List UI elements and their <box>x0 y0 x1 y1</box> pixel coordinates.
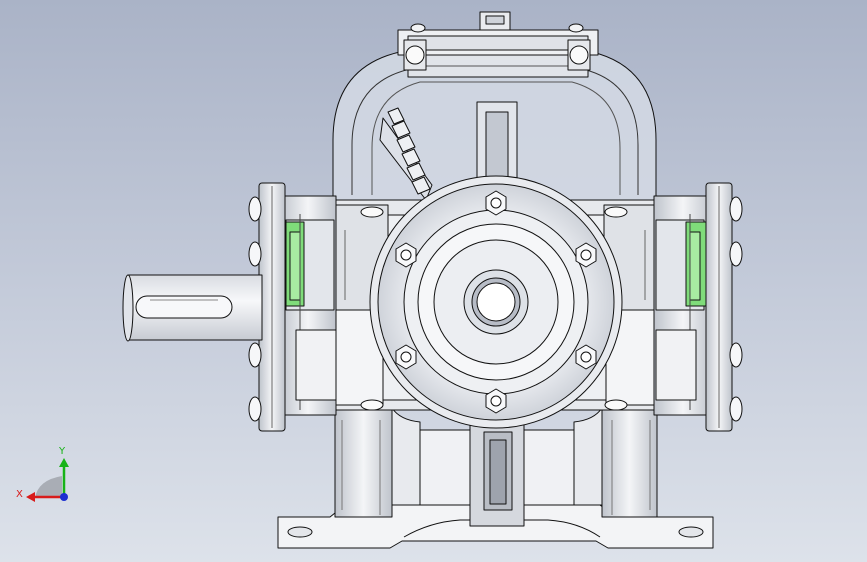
x-axis-label: X <box>16 489 23 500</box>
coordinate-triad-icon: Y X <box>16 446 69 502</box>
y-axis-label: Y <box>58 446 66 457</box>
cad-viewport[interactable]: Y X <box>0 0 867 562</box>
